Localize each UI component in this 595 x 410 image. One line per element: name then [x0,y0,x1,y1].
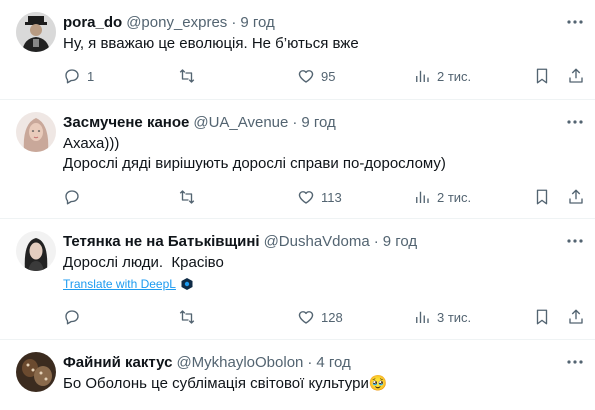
tweet-header: pora_do @pony_expres · 9 год [63,12,583,32]
tweet-header: Файний кактус @MykhayloObolon · 4 год [63,352,583,372]
reply-icon [65,310,79,325]
tweet-header: Тетянка не на Батьківщині @DushaVdoma · … [63,231,583,251]
reply-icon [65,69,79,84]
translate-label: Translate with DeepL [63,277,176,291]
share-icon[interactable] [567,67,585,85]
separator-dot: · [373,232,379,250]
deepl-icon [181,278,193,290]
author-handle[interactable]: @DushaVdoma [264,233,370,250]
tweet-header: Засмучене каное @UA_Avenue · 9 год [63,112,583,132]
heart-icon [298,191,314,204]
like-count: 113 [321,189,342,205]
view-count: 3 тис. [437,309,472,325]
timestamp[interactable]: 4 год [316,354,350,371]
separator-dot: · [292,113,298,131]
like-button[interactable]: 95 [297,67,335,85]
author-name[interactable]: Засмучене каное [63,114,189,131]
reply-button[interactable]: 1 [63,67,94,85]
action-bar: 128 3 тис. [63,308,585,328]
retweet-icon [179,310,195,324]
share-icon[interactable] [567,188,585,206]
author-name[interactable]: pora_do [63,14,122,31]
like-count: 128 [321,309,343,325]
timestamp[interactable]: 9 год [240,14,274,31]
author-handle[interactable]: @pony_expres [126,14,227,31]
avatar[interactable] [16,112,56,152]
reply-button[interactable] [63,308,87,326]
retweet-icon [179,69,195,83]
like-button[interactable]: 128 [297,308,343,326]
timestamp[interactable]: 9 год [301,114,335,131]
bookmark-icon[interactable] [533,188,551,206]
reply-button[interactable] [63,188,87,206]
heart-icon [298,70,314,83]
like-count: 95 [321,68,336,84]
tweet-text: Дорослі люди. Красіво [63,254,224,271]
views-button[interactable]: 2 тис. [413,188,471,206]
author-name[interactable]: Тетянка не на Батьківщині [63,233,260,250]
views-icon [416,191,429,203]
reply-tweet[interactable]: Файний кактус @MykhayloObolon · 4 год Бо… [0,340,595,410]
avatar[interactable] [16,352,56,392]
heart-icon [298,311,314,324]
views-button[interactable]: 3 тис. [413,308,471,326]
separator-dot: · [231,13,237,31]
tweet-text: Бо Оболонь це сублімація світової культу… [63,375,388,392]
reply-tweet[interactable]: Засмучене каное @UA_Avenue · 9 год Ахаха… [0,100,595,219]
views-icon [416,311,429,323]
like-button[interactable]: 113 [297,188,342,206]
timestamp[interactable]: 9 год [383,233,417,250]
reply-icon [65,190,79,205]
separator-dot: · [307,353,313,371]
reply-feed: pora_do @pony_expres · 9 год Ну, я вважа… [0,0,595,410]
avatar[interactable] [16,12,56,52]
more-options-icon[interactable] [565,352,585,372]
author-name[interactable]: Файний кактус [63,354,172,371]
tweet-text-line: Дорослі дяді вирішують дорослі справи по… [63,155,446,172]
tweet-text-line: Ахаха))) [63,135,120,152]
reply-tweet[interactable]: Тетянка не на Батьківщині @DushaVdoma · … [0,219,595,340]
tweet-text: Ну, я вважаю це еволюція. Не б’ються вже [63,35,359,52]
retweet-button[interactable] [178,188,202,206]
more-options-icon[interactable] [565,112,585,132]
bookmark-icon[interactable] [533,308,551,326]
avatar[interactable] [16,231,56,271]
translate-link[interactable]: Translate with DeepL [63,277,583,291]
action-bar: 113 2 тис. [63,188,585,208]
view-count: 2 тис. [437,189,472,205]
retweet-button[interactable] [178,67,202,85]
retweet-icon [179,190,195,204]
views-button[interactable]: 2 тис. [413,67,471,85]
views-icon [416,70,429,82]
author-handle[interactable]: @UA_Avenue [193,114,288,131]
more-options-icon[interactable] [565,12,585,32]
share-icon[interactable] [567,308,585,326]
bookmark-icon[interactable] [533,67,551,85]
author-handle[interactable]: @MykhayloObolon [176,354,303,371]
view-count: 2 тис. [437,68,472,84]
reply-count: 1 [87,68,95,84]
reply-tweet[interactable]: pora_do @pony_expres · 9 год Ну, я вважа… [0,0,595,100]
action-bar: 1 95 2 тис. [63,67,585,87]
retweet-button[interactable] [178,308,202,326]
more-options-icon[interactable] [565,231,585,251]
